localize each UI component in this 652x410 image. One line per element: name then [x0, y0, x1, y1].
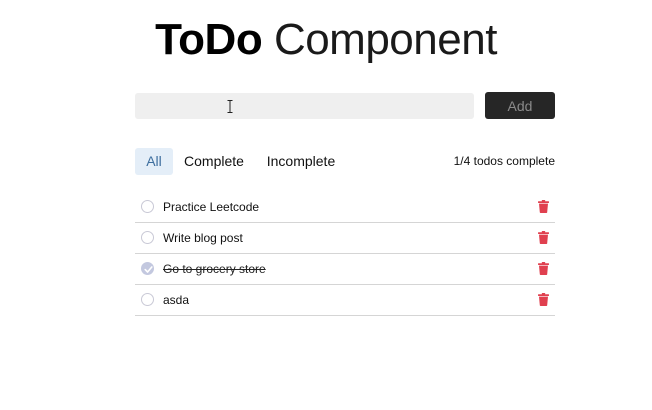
todo-item: Practice Leetcode [135, 192, 555, 223]
tab-incomplete[interactable]: Incomplete [261, 148, 341, 175]
new-todo-input[interactable] [135, 93, 474, 119]
completion-summary: 1/4 todos complete [453, 154, 555, 168]
new-todo-row: Add [135, 92, 555, 120]
trash-icon[interactable] [538, 262, 549, 275]
todo-app: ToDo Component Add All Complete Incomple… [0, 0, 652, 410]
todo-text: Go to grocery store [163, 262, 266, 276]
checkmark-icon [144, 266, 153, 273]
todo-checkbox[interactable] [141, 231, 154, 244]
tab-complete[interactable]: Complete [179, 148, 249, 175]
page-title: ToDo Component [0, 12, 652, 68]
trash-icon[interactable] [538, 293, 549, 306]
todo-text: Write blog post [163, 231, 243, 245]
todo-checkbox[interactable] [141, 200, 154, 213]
todo-item: asda [135, 285, 555, 316]
todo-checkbox[interactable] [141, 293, 154, 306]
todo-text: Practice Leetcode [163, 200, 260, 214]
filter-bar: All Complete Incomplete 1/4 todos comple… [135, 148, 555, 175]
title-bold: ToDo [155, 15, 263, 64]
todo-checkbox-checked[interactable] [141, 262, 154, 275]
trash-icon[interactable] [538, 200, 549, 213]
tab-all[interactable]: All [135, 148, 173, 175]
todo-list: Practice Leetcode Write blog post Go to … [135, 192, 555, 316]
title-light: Component [273, 15, 497, 64]
add-button[interactable]: Add [485, 92, 555, 119]
todo-text: asda [163, 293, 190, 307]
trash-icon[interactable] [538, 231, 549, 244]
text-cursor-icon [227, 100, 233, 113]
todo-item: Go to grocery store [135, 254, 555, 285]
todo-item: Write blog post [135, 223, 555, 254]
